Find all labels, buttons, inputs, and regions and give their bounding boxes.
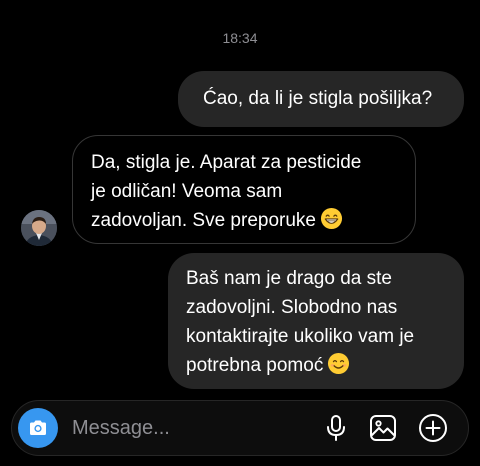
message-timestamp: 18:34	[222, 30, 258, 46]
microphone-icon	[323, 414, 349, 442]
add-button[interactable]	[418, 413, 448, 443]
contact-avatar[interactable]	[21, 210, 57, 246]
message-text-line: Ćao, da li je stigla pošiljka?	[203, 88, 433, 109]
message-text-line: je odličan! Veoma sam	[91, 181, 283, 202]
message-input[interactable]: Message...	[72, 401, 312, 455]
message-text-line: Da, stigla je. Aparat za pesticide	[91, 152, 362, 173]
camera-button[interactable]	[18, 408, 58, 448]
message-text-line: zadovoljni. Slobodno nas	[186, 297, 398, 318]
gallery-button[interactable]	[368, 413, 398, 443]
outgoing-message-bubble[interactable]: Ćao, da li je stigla pošiljka?	[178, 71, 464, 127]
outgoing-message-bubble[interactable]: Baš nam je drago da ste zadovoljni. Slob…	[168, 253, 464, 389]
message-composer: Message...	[11, 400, 469, 456]
message-text-line: zadovoljan. Sve preporuke	[91, 210, 316, 231]
message-text-line: potrebna pomoć	[186, 355, 324, 376]
incoming-message-bubble[interactable]: Da, stigla je. Aparat za pesticide je od…	[72, 135, 416, 244]
gallery-icon	[369, 414, 397, 442]
grinning-face-emoji	[320, 207, 343, 230]
microphone-button[interactable]	[321, 413, 351, 443]
camera-icon	[26, 416, 50, 440]
message-text-line: Baš nam je drago da ste	[186, 268, 392, 289]
message-text-line: kontaktirajte ukoliko vam je	[186, 326, 415, 347]
smiling-face-emoji	[327, 352, 350, 375]
plus-circle-icon	[418, 413, 448, 443]
